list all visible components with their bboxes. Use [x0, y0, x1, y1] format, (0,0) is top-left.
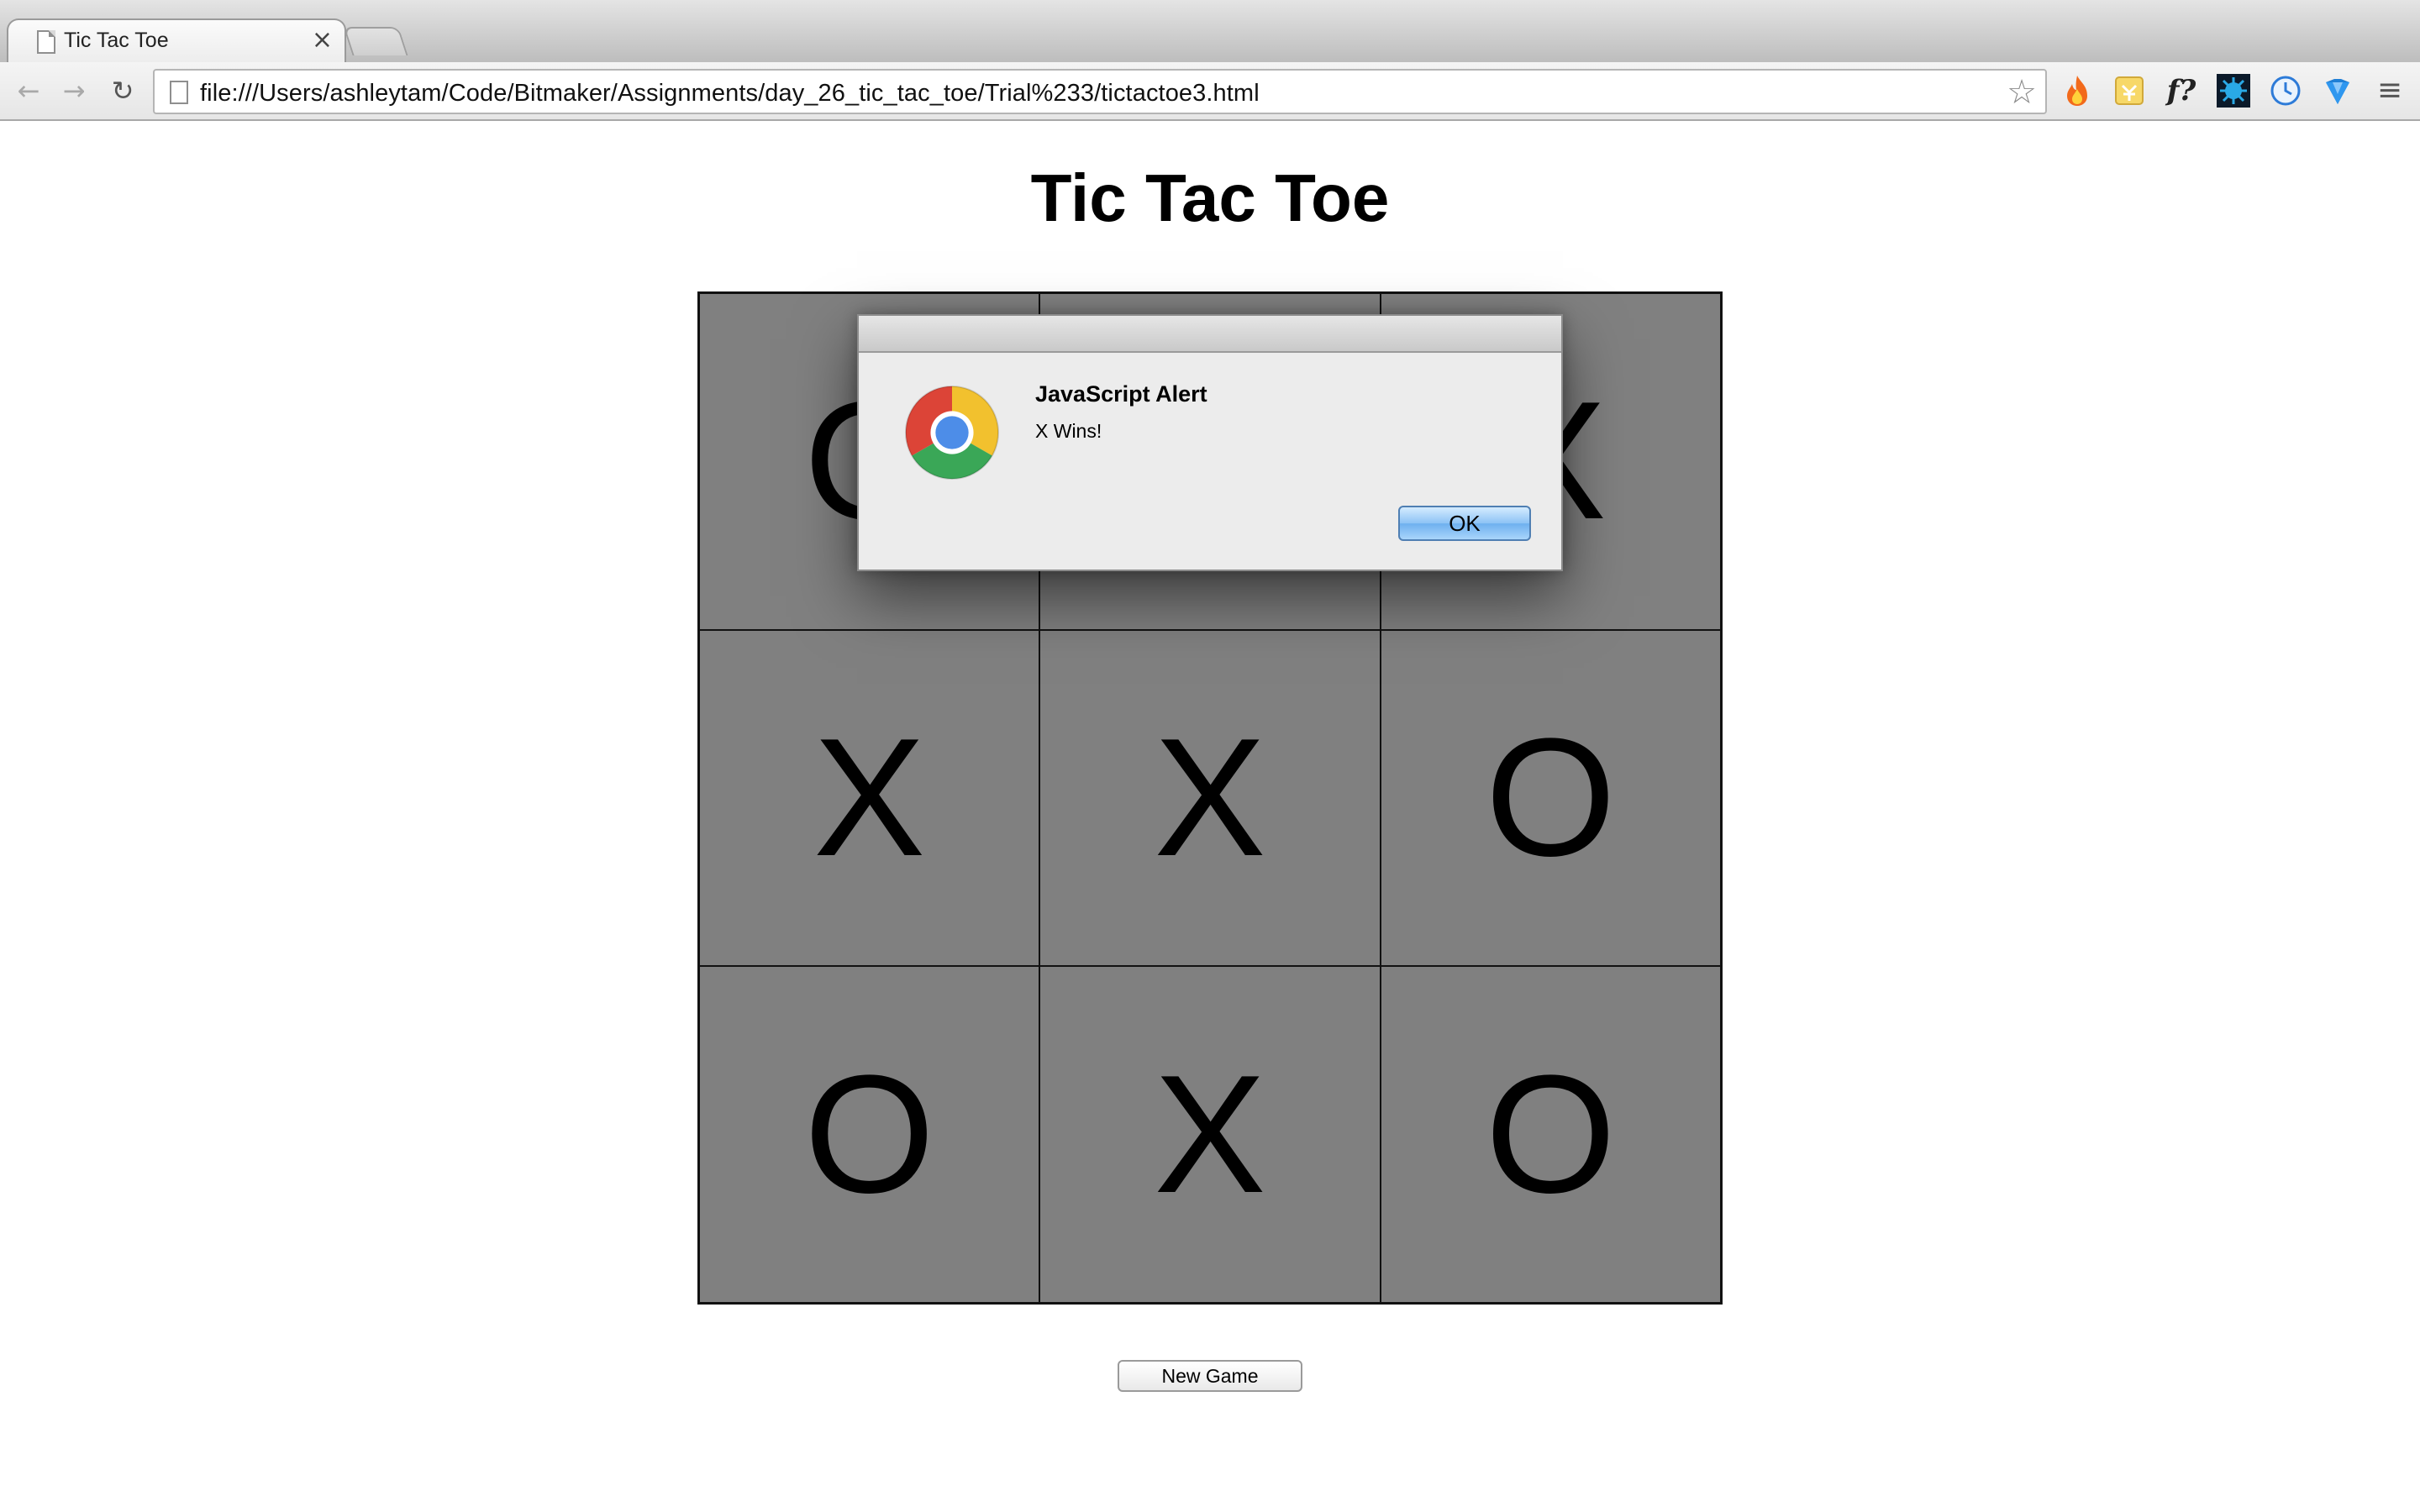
new-tab-button[interactable]: [343, 27, 408, 55]
back-arrow-icon[interactable]: ←: [12, 74, 45, 108]
bookmark-star-icon[interactable]: ☆: [2007, 74, 2037, 111]
dialog-titlebar[interactable]: [859, 316, 1561, 353]
browser-toolbar: ← → ↻ file:///Users/ashleytam/Code/Bitma…: [0, 62, 2420, 121]
address-bar[interactable]: file:///Users/ashleytam/Code/Bitmaker/As…: [153, 69, 2047, 114]
fn-icon[interactable]: f?: [2163, 72, 2200, 109]
url-text[interactable]: file:///Users/ashleytam/Code/Bitmaker/As…: [200, 80, 1260, 108]
reload-icon[interactable]: ↻: [106, 74, 139, 108]
page-title: Tic Tac Toe: [1030, 160, 1390, 235]
page-icon: [37, 30, 55, 54]
bug-icon[interactable]: [2215, 72, 2252, 109]
fire-icon[interactable]: [2059, 72, 2096, 109]
fn-icon-label: f?: [2166, 74, 2196, 108]
javascript-alert-dialog: JavaScript Alert X Wins! OK: [857, 314, 1563, 571]
board-cell-2-1[interactable]: X: [699, 629, 1040, 967]
alert-title: JavaScript Alert: [1035, 381, 1207, 407]
board-cell-2-3[interactable]: O: [1380, 629, 1721, 967]
clock-icon[interactable]: [2267, 72, 2304, 109]
tab-strip: Tic Tac Toe ×: [0, 0, 2420, 64]
tab-tic-tac-toe[interactable]: Tic Tac Toe ×: [7, 18, 346, 64]
tab-title: Tic Tac Toe: [64, 29, 169, 52]
board-cell-3-1[interactable]: O: [699, 966, 1040, 1303]
browser-chrome: Tic Tac Toe × ← → ↻ file:///Users/ashley…: [0, 0, 2420, 121]
board-cell-2-2[interactable]: X: [1039, 629, 1381, 967]
alert-message: X Wins!: [1035, 420, 1102, 442]
menu-icon[interactable]: ≡: [2373, 74, 2407, 108]
board-cell-3-2[interactable]: X: [1039, 966, 1381, 1303]
gem-icon[interactable]: [2319, 72, 2356, 109]
chrome-logo-icon: [904, 385, 1000, 480]
clipboard-icon[interactable]: [2111, 72, 2148, 109]
page-icon: [170, 81, 188, 104]
ok-button[interactable]: OK: [1398, 506, 1531, 541]
forward-arrow-icon[interactable]: →: [57, 74, 91, 108]
new-game-button[interactable]: New Game: [1118, 1360, 1302, 1392]
board-cell-3-3[interactable]: O: [1380, 966, 1721, 1303]
close-tab-icon[interactable]: ×: [312, 25, 333, 55]
